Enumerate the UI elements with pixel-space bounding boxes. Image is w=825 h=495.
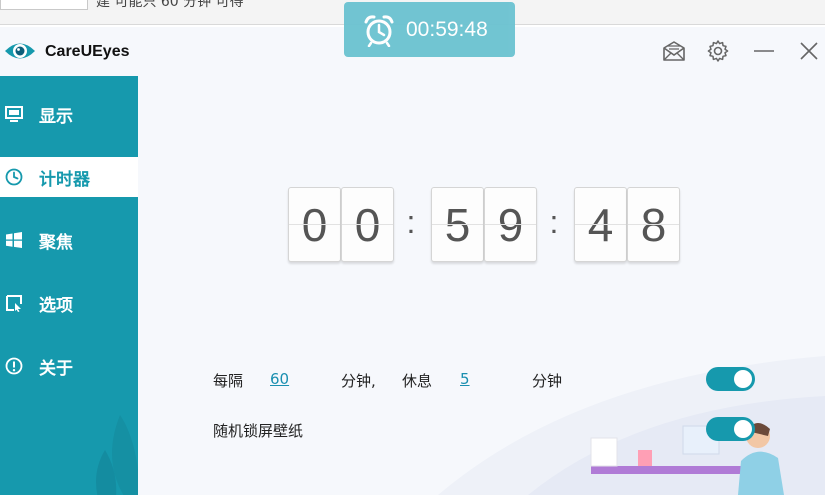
- minimize-icon: [754, 50, 774, 52]
- interval-value-link[interactable]: 60: [270, 370, 289, 388]
- timer-digit-second-ones: 8: [627, 187, 680, 262]
- rest-unit-label: 分钟: [532, 372, 563, 390]
- mail-button[interactable]: [659, 36, 689, 66]
- alarm-clock-icon: [364, 14, 394, 47]
- leaf-decoration: [96, 415, 138, 495]
- random-wallpaper-toggle[interactable]: [706, 417, 755, 441]
- monitor-icon: [5, 106, 23, 122]
- rest-value-link[interactable]: 5: [460, 370, 470, 388]
- timer-digit-minute-ones: 9: [484, 187, 537, 262]
- sidebar: 显示 计时器 聚焦 选项 关于: [0, 76, 138, 495]
- rest-timer-toggle[interactable]: [706, 367, 755, 391]
- background-input: [0, 0, 88, 10]
- rest-label: 休息: [402, 372, 433, 390]
- options-icon: [6, 295, 22, 312]
- sidebar-item-options[interactable]: 选项: [0, 283, 138, 323]
- random-wallpaper-label: 随机锁屏壁纸: [213, 422, 304, 440]
- sidebar-item-focus[interactable]: 聚焦: [0, 220, 138, 260]
- sidebar-item-label: 聚焦: [39, 232, 73, 253]
- minimize-button[interactable]: [749, 36, 779, 66]
- timer-panel: 0 0 : 5 9 : 4 8 每隔 60 分钟, 休息 5 分钟 随机锁屏壁纸: [138, 76, 825, 495]
- floating-timer[interactable]: 00:59:48: [344, 2, 515, 57]
- floating-timer-time: 00:59:48: [406, 17, 488, 41]
- timer-digit-second-tens: 4: [574, 187, 627, 262]
- timer-separator: :: [549, 204, 559, 240]
- eye-logo-icon: [5, 43, 35, 59]
- careueyes-window: CareUEyes 显示 计时器 聚焦 选项 关于 0 0: 5 9: 4 …: [0, 27, 825, 495]
- toggle-knob: [734, 420, 752, 438]
- sidebar-item-label: 选项: [39, 295, 73, 316]
- timer-digit-hour-ones: 0: [341, 187, 394, 262]
- interval-unit-label: 分钟,: [341, 372, 376, 390]
- timer-digit-hour-tens: 0: [288, 187, 341, 262]
- timer-digit-minute-tens: 5: [431, 187, 484, 262]
- sidebar-item-display[interactable]: 显示: [0, 94, 138, 134]
- sidebar-item-label: 显示: [39, 106, 73, 127]
- background-window-text: 建 可能只 60 分钟 可得: [96, 0, 244, 10]
- mail-icon: [663, 41, 685, 61]
- interval-label: 每隔: [213, 372, 244, 390]
- close-icon: [800, 42, 818, 60]
- close-button[interactable]: [794, 36, 824, 66]
- gear-icon: [707, 40, 729, 62]
- sidebar-item-about[interactable]: 关于: [0, 346, 138, 386]
- clock-icon: [5, 168, 23, 186]
- desk-illustration: [438, 356, 825, 495]
- app-title: CareUEyes: [45, 43, 130, 60]
- sidebar-item-label: 关于: [39, 358, 73, 379]
- sidebar-item-label: 计时器: [39, 169, 90, 190]
- windows-icon: [6, 232, 22, 248]
- timer-separator: :: [406, 204, 416, 240]
- sidebar-item-timer[interactable]: 计时器: [0, 157, 138, 197]
- info-icon: [5, 357, 23, 375]
- settings-button[interactable]: [703, 36, 733, 66]
- toggle-knob: [734, 370, 752, 388]
